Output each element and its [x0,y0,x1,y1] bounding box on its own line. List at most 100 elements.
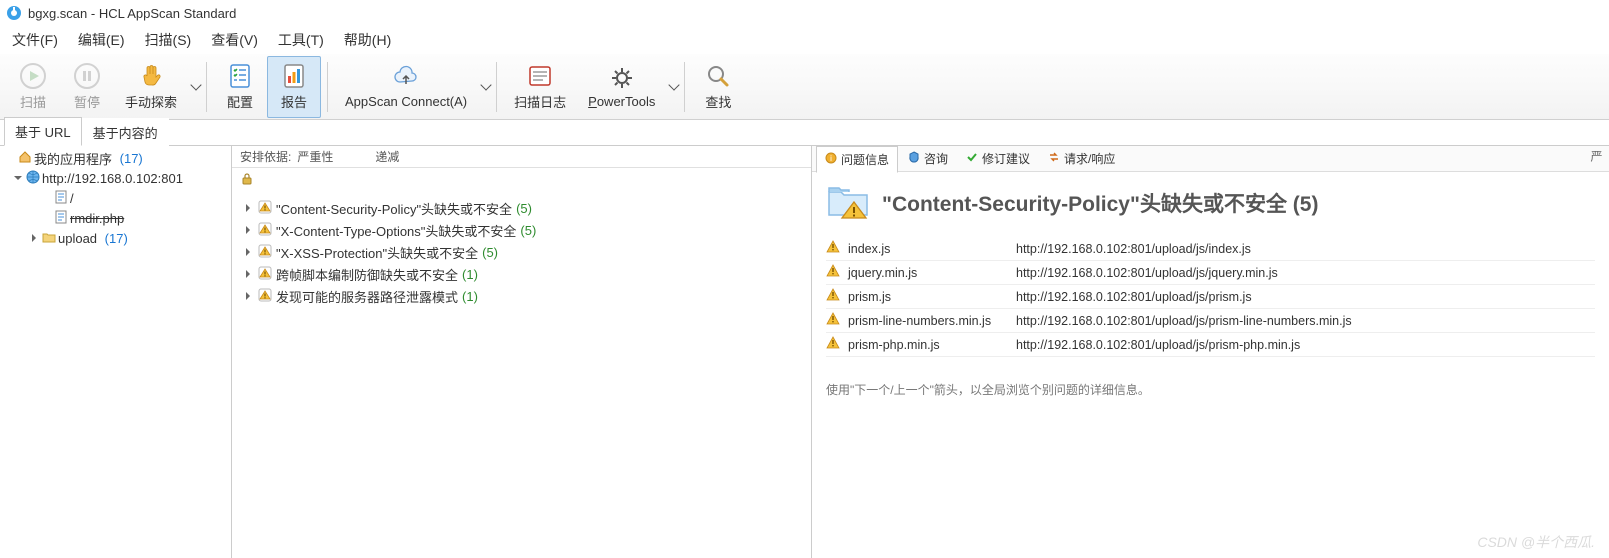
tree-toggle[interactable] [242,224,254,236]
tree-item-rmdir[interactable]: rmdir.php [0,208,231,228]
issues-panel: 安排依据: 严重性 递减 "Content-Security-Policy"头缺… [232,146,812,558]
url-text: http://192.168.0.102:801/upload/js/prism… [1016,314,1352,328]
menu-help[interactable]: 帮助(H) [344,30,391,50]
tree-root[interactable]: 我的应用程序 (17) [0,148,231,168]
tree-toggle[interactable] [242,246,254,258]
window-title: bgxg.scan - HCL AppScan Standard [28,6,236,21]
warning-icon [826,312,840,329]
play-icon [17,62,49,90]
shield-icon [908,151,920,166]
menu-view[interactable]: 查看(V) [211,30,258,50]
tree-toggle[interactable] [242,202,254,214]
url-row[interactable]: index.jshttp://192.168.0.102:801/upload/… [826,237,1595,261]
tree-host[interactable]: http://192.168.0.102:801 [0,168,231,188]
url-text: http://192.168.0.102:801/upload/js/prism… [1016,290,1252,304]
issue-label: "X-XSS-Protection"头缺失或不安全 [276,243,478,262]
warning-icon [258,244,272,261]
url-row[interactable]: prism-php.min.js http://192.168.0.102:801… [826,333,1595,357]
watermark: CSDN @半个西瓜. [1477,532,1595,552]
pause-icon [71,62,103,90]
folder-warning-icon [826,182,870,223]
tab-fix[interactable]: 修订建议 [958,146,1038,171]
menu-scan[interactable]: 扫描(S) [145,30,192,50]
tab-request-response[interactable]: 请求/响应 [1040,146,1123,171]
config-icon [224,62,256,90]
file-name: index.js [848,242,1008,256]
url-row[interactable]: prism.jshttp://192.168.0.102:801/upload/… [826,285,1595,309]
scan-log-button[interactable]: 扫描日志 [503,56,577,118]
tab-content-based[interactable]: 基于内容的 [82,118,169,146]
svg-text:i: i [830,154,832,163]
report-icon [278,62,310,90]
pause-button[interactable]: 暂停 [60,56,114,118]
warning-icon [826,240,840,257]
issue-group-row[interactable]: 跨帧脚本编制防御缺失或不安全 (1) [236,263,807,285]
issue-header: "Content-Security-Policy"头缺失或不安全 (5) [826,182,1595,223]
url-text: http://192.168.0.102:801/upload/js/prism… [1016,338,1300,352]
home-icon [18,150,32,167]
tab-advisory[interactable]: 咨询 [900,146,956,171]
main-area: 我的应用程序 (17) http://192.168.0.102:801 / r… [0,146,1609,558]
issue-group-row[interactable]: "X-XSS-Protection"头缺失或不安全 (5) [236,241,807,263]
tree-toggle[interactable] [242,268,254,280]
tree-toggle[interactable] [242,290,254,302]
title-bar: bgxg.scan - HCL AppScan Standard [0,0,1609,26]
warning-icon [826,288,840,305]
issue-label: "Content-Security-Policy"头缺失或不安全 [276,199,512,218]
navigation-hint: 使用"下一个/上一个"箭头，以全局浏览个别问题的详细信息。 [826,381,1595,398]
manual-explore-button[interactable]: 手动探索 [114,56,188,118]
issue-label: 跨帧脚本编制防御缺失或不安全 [276,265,458,284]
chevron-down-icon[interactable] [669,79,680,90]
sort-order[interactable]: 递减 [375,148,399,165]
warning-icon [258,200,272,217]
issue-label: 发现可能的服务器路径泄露模式 [276,287,458,306]
chevron-down-icon[interactable] [190,79,201,90]
toolbar-separator [684,62,685,112]
tree-toggle[interactable] [28,232,40,244]
tree-item-upload[interactable]: upload (17) [0,228,231,248]
sort-severity[interactable]: 严重性 [297,148,333,165]
lock-row [232,168,811,193]
config-button[interactable]: 配置 [213,56,267,118]
site-tree-panel: 我的应用程序 (17) http://192.168.0.102:801 / r… [0,146,232,558]
app-icon [6,5,22,21]
menu-tools[interactable]: 工具(T) [278,30,324,50]
tree-toggle[interactable] [12,172,24,184]
issue-count: (5) [516,201,532,216]
url-text: http://192.168.0.102:801/upload/js/jquer… [1016,266,1278,280]
powertools-button[interactable]: PowerTools [577,56,666,118]
tab-url-based[interactable]: 基于 URL [4,117,82,146]
toolbar-separator [206,62,207,112]
chevron-down-icon[interactable] [480,79,491,90]
detail-tabs: i 问题信息 咨询 修订建议 请求/响应 [812,146,1609,172]
issue-group-row[interactable]: "X-Content-Type-Options"头缺失或不安全 (5) [236,219,807,241]
log-icon [524,62,556,90]
url-row[interactable]: prism-line-numbers.min.jshttp://192.168.… [826,309,1595,333]
issue-title: "Content-Security-Policy"头缺失或不安全 (5) [882,188,1318,218]
warning-icon [258,222,272,239]
menu-file[interactable]: 文件(F) [12,30,58,50]
appscan-connect-button[interactable]: AppScan Connect(A) [334,56,478,118]
menu-edit[interactable]: 编辑(E) [78,30,125,50]
scan-button[interactable]: 扫描 [6,56,60,118]
report-button[interactable]: 报告 [267,56,321,118]
warning-icon [258,288,272,305]
tab-issue-info[interactable]: i 问题信息 [816,146,898,173]
transfer-icon [1048,151,1060,166]
issue-group-row[interactable]: "Content-Security-Policy"头缺失或不安全 (5) [236,197,807,219]
page-icon [54,190,68,207]
issue-group-row[interactable]: 发现可能的服务器路径泄露模式 (1) [236,285,807,307]
globe-icon [26,170,40,187]
view-tabs: 基于 URL 基于内容的 [0,120,1609,146]
side-collapsed-label[interactable]: 严 [1588,150,1605,162]
warning-icon [258,266,272,283]
find-button[interactable]: 查找 [691,56,745,118]
toolbar: 扫描 暂停 手动探索 配置 报告 AppScan Connect(A) 扫描日志 [0,54,1609,120]
issue-count: (5) [482,245,498,260]
check-icon [966,151,978,166]
page-icon [54,210,68,227]
menu-bar: 文件(F) 编辑(E) 扫描(S) 查看(V) 工具(T) 帮助(H) [0,26,1609,54]
url-row[interactable]: jquery.min.jshttp://192.168.0.102:801/up… [826,261,1595,285]
file-name: prism-php.min.js [848,338,1008,352]
tree-item-root-slash[interactable]: / [0,188,231,208]
